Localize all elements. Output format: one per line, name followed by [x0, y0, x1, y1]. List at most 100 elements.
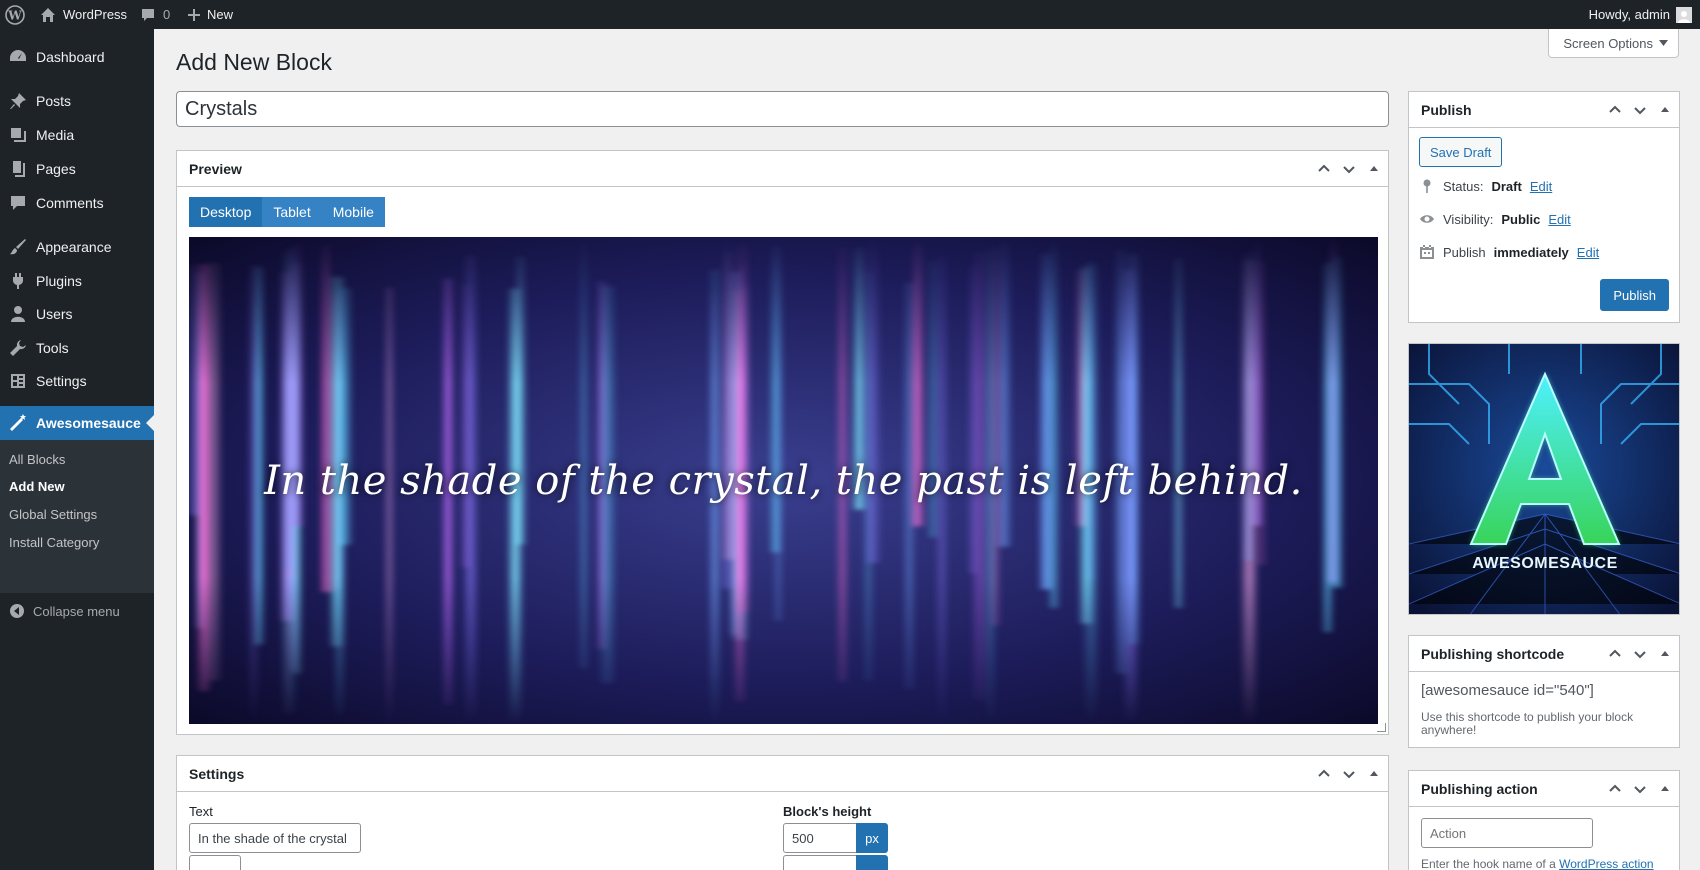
height-unit-button[interactable]: px	[856, 823, 888, 853]
comments-link[interactable]: 0	[140, 0, 170, 29]
settings-heading: Settings	[189, 765, 245, 782]
publish-header: Publish	[1409, 92, 1679, 128]
menu-item-plugins[interactable]: Plugins	[0, 264, 154, 298]
shortcode-header: Publishing shortcode	[1409, 636, 1679, 672]
publish-date-row: Publish immediately Edit	[1419, 244, 1599, 260]
pin-icon	[1423, 179, 1431, 193]
menu-item-users[interactable]: Users	[0, 297, 154, 331]
menu-label: Tools	[36, 340, 69, 356]
settings-header: Settings	[177, 756, 1388, 792]
magic-wand-icon	[0, 413, 36, 433]
menu-item-comments[interactable]: Comments	[0, 186, 154, 220]
menu-label: Appearance	[36, 239, 112, 255]
text-input[interactable]	[189, 823, 361, 853]
move-up-icon[interactable]	[1606, 102, 1623, 119]
edit-status-link[interactable]: Edit	[1530, 179, 1552, 194]
move-up-icon[interactable]	[1315, 766, 1332, 783]
menu-label: Dashboard	[36, 49, 105, 65]
height-input[interactable]	[783, 823, 857, 853]
menu-item-awesomesauce[interactable]: Awesomesauce	[0, 406, 154, 440]
menu-item-settings[interactable]: Settings	[0, 364, 154, 398]
home-icon	[41, 7, 55, 22]
user-icon	[0, 304, 36, 324]
media-icon	[0, 125, 36, 145]
menu-item-tools[interactable]: Tools	[0, 331, 154, 365]
site-name-link[interactable]: WordPress	[40, 0, 127, 29]
settings-postbox: Settings Text Block's height px	[176, 755, 1389, 870]
toggle-panel-icon[interactable]	[1656, 102, 1673, 119]
wordpress-logo-icon[interactable]: W	[4, 0, 26, 29]
menu-item-appearance[interactable]: Appearance	[0, 230, 154, 264]
toggle-panel-icon[interactable]	[1656, 781, 1673, 798]
new-content-link[interactable]: New	[187, 0, 233, 29]
menu-label: Plugins	[36, 273, 82, 289]
caret-down-icon	[1659, 40, 1668, 46]
preview-canvas: In the shade of the crystal, the past is…	[189, 237, 1378, 724]
comment-icon	[0, 193, 36, 213]
status-value: Draft	[1491, 178, 1522, 194]
move-up-icon[interactable]	[1606, 781, 1623, 798]
admin-menu: Dashboard Posts Media Pages Comments App…	[0, 29, 154, 870]
resize-handle[interactable]	[1377, 723, 1386, 732]
preview-header: Preview	[177, 151, 1388, 187]
edit-visibility-link[interactable]: Edit	[1548, 212, 1570, 227]
move-down-icon[interactable]	[1340, 766, 1357, 783]
collapse-label: Collapse menu	[33, 603, 120, 619]
settings-icon	[0, 371, 36, 391]
svg-text:W: W	[7, 8, 22, 22]
menu-item-pages[interactable]: Pages	[0, 152, 154, 186]
action-heading: Publishing action	[1421, 780, 1538, 797]
height-field-label: Block's height	[783, 804, 872, 819]
screen-options-button[interactable]: Screen Options	[1548, 29, 1679, 58]
tab-tablet[interactable]: Tablet	[262, 197, 322, 227]
avatar	[1676, 6, 1692, 23]
toggle-panel-icon[interactable]	[1365, 766, 1382, 783]
menu-item-media[interactable]: Media	[0, 118, 154, 152]
move-down-icon[interactable]	[1631, 781, 1648, 798]
preview-quote-text: In the shade of the crystal, the past is…	[264, 457, 1303, 504]
pages-icon	[0, 159, 36, 179]
preview-postbox: Preview Desktop Tablet Mobile In the sha…	[176, 150, 1389, 735]
action-header: Publishing action	[1409, 771, 1679, 807]
submenu-all-blocks[interactable]: All Blocks	[9, 452, 65, 467]
move-down-icon[interactable]	[1631, 102, 1648, 119]
move-down-icon[interactable]	[1340, 161, 1357, 178]
collapse-menu-button[interactable]: Collapse menu	[0, 594, 154, 628]
publish-button[interactable]: Publish	[1600, 279, 1669, 311]
menu-item-posts[interactable]: Posts	[0, 84, 154, 118]
secondary-input[interactable]	[189, 855, 241, 870]
my-account-link[interactable]: Howdy, admin	[1589, 0, 1692, 29]
submenu-global-settings[interactable]: Global Settings	[9, 507, 97, 522]
wordpress-action-link[interactable]: WordPress action	[1559, 857, 1653, 870]
submenu-add-new[interactable]: Add New	[9, 479, 65, 494]
submenu: All Blocks Add New Global Settings Insta…	[0, 440, 154, 593]
secondary-unit-input[interactable]	[783, 855, 857, 870]
move-up-icon[interactable]	[1315, 161, 1332, 178]
publish-heading: Publish	[1421, 101, 1472, 118]
menu-label: Posts	[36, 93, 72, 109]
eye-icon	[1420, 215, 1434, 223]
shortcode-text[interactable]: [awesomesauce id="540"]	[1421, 682, 1594, 699]
tab-desktop[interactable]: Desktop	[189, 197, 263, 227]
move-up-icon[interactable]	[1606, 646, 1623, 663]
submenu-install-category[interactable]: Install Category	[9, 535, 99, 550]
menu-label: Pages	[36, 161, 76, 177]
edit-date-link[interactable]: Edit	[1577, 245, 1599, 260]
status-row: Status: Draft Edit	[1419, 178, 1552, 194]
menu-item-dashboard[interactable]: Dashboard	[0, 40, 154, 74]
menu-label: Comments	[36, 195, 104, 211]
secondary-unit-button[interactable]	[856, 855, 888, 870]
menu-label: Settings	[36, 373, 87, 389]
shortcode-heading: Publishing shortcode	[1421, 645, 1565, 662]
toggle-panel-icon[interactable]	[1656, 646, 1673, 663]
toggle-panel-icon[interactable]	[1365, 161, 1382, 178]
visibility-row: Visibility: Public Edit	[1419, 211, 1571, 227]
shortcode-hint: Use this shortcode to publish your block…	[1421, 710, 1634, 737]
menu-label: Awesomesauce	[36, 415, 141, 431]
action-input[interactable]	[1421, 818, 1593, 848]
post-title-input[interactable]	[176, 91, 1389, 127]
tab-mobile[interactable]: Mobile	[321, 197, 385, 227]
action-hint: Enter the hook name of a WordPress actio…	[1421, 858, 1654, 870]
move-down-icon[interactable]	[1631, 646, 1648, 663]
save-draft-button[interactable]: Save Draft	[1419, 137, 1503, 167]
